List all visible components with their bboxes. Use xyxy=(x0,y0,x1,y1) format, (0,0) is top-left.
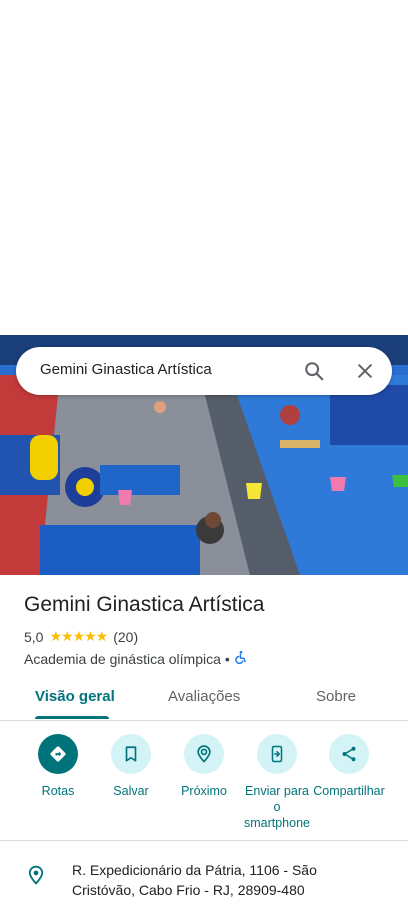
address-text[interactable]: R. Expedicionário da Pátria, 1106 - São … xyxy=(72,860,372,900)
close-icon[interactable] xyxy=(352,358,378,384)
tab-overview[interactable]: Visão geral xyxy=(35,688,115,705)
rating-row[interactable]: 5,0 ★★★★★ (20) xyxy=(24,628,138,645)
review-count[interactable]: (20) xyxy=(113,629,138,645)
map-area xyxy=(0,0,408,335)
save-button[interactable]: Salvar xyxy=(95,734,167,799)
rating-value: 5,0 xyxy=(24,628,44,645)
directions-icon xyxy=(38,734,78,774)
tab-about[interactable]: Sobre xyxy=(316,688,356,705)
share-icon xyxy=(329,734,369,774)
send-to-phone-icon xyxy=(257,734,297,774)
tab-reviews[interactable]: Avaliações xyxy=(168,688,240,705)
bookmark-icon xyxy=(111,734,151,774)
nearby-button[interactable]: Próximo xyxy=(168,734,240,799)
star-rating-icon: ★★★★★ xyxy=(49,628,108,644)
search-bar[interactable]: Gemini Ginastica Artística xyxy=(16,347,392,395)
action-buttons: Rotas Salvar Próximo Enviar para o smart… xyxy=(0,734,408,840)
send-to-phone-button[interactable]: Enviar para o smartphone xyxy=(241,734,313,831)
category-label: Academia de ginástica olímpica xyxy=(24,650,221,667)
section-divider xyxy=(0,840,408,841)
send-to-phone-label: Enviar para o smartphone xyxy=(243,784,310,830)
active-tab-indicator xyxy=(35,716,109,719)
wheelchair-accessible-icon xyxy=(234,650,248,667)
directions-button[interactable]: Rotas xyxy=(22,734,94,799)
directions-label: Rotas xyxy=(41,784,75,798)
location-pin-icon xyxy=(26,864,46,891)
share-label: Compartilhar xyxy=(313,784,385,798)
search-icon[interactable] xyxy=(301,358,327,384)
category-separator: • xyxy=(224,650,230,667)
place-category: Academia de ginástica olímpica • xyxy=(24,650,248,667)
nearby-label: Próximo xyxy=(181,784,227,798)
nearby-icon xyxy=(184,734,224,774)
tab-bar: Visão geral Avaliações Sobre xyxy=(0,676,408,721)
share-button[interactable]: Compartilhar xyxy=(313,734,385,799)
place-title: Gemini Ginastica Artística xyxy=(24,593,265,616)
search-input[interactable]: Gemini Ginastica Artística xyxy=(40,361,212,378)
save-label: Salvar xyxy=(113,784,149,798)
